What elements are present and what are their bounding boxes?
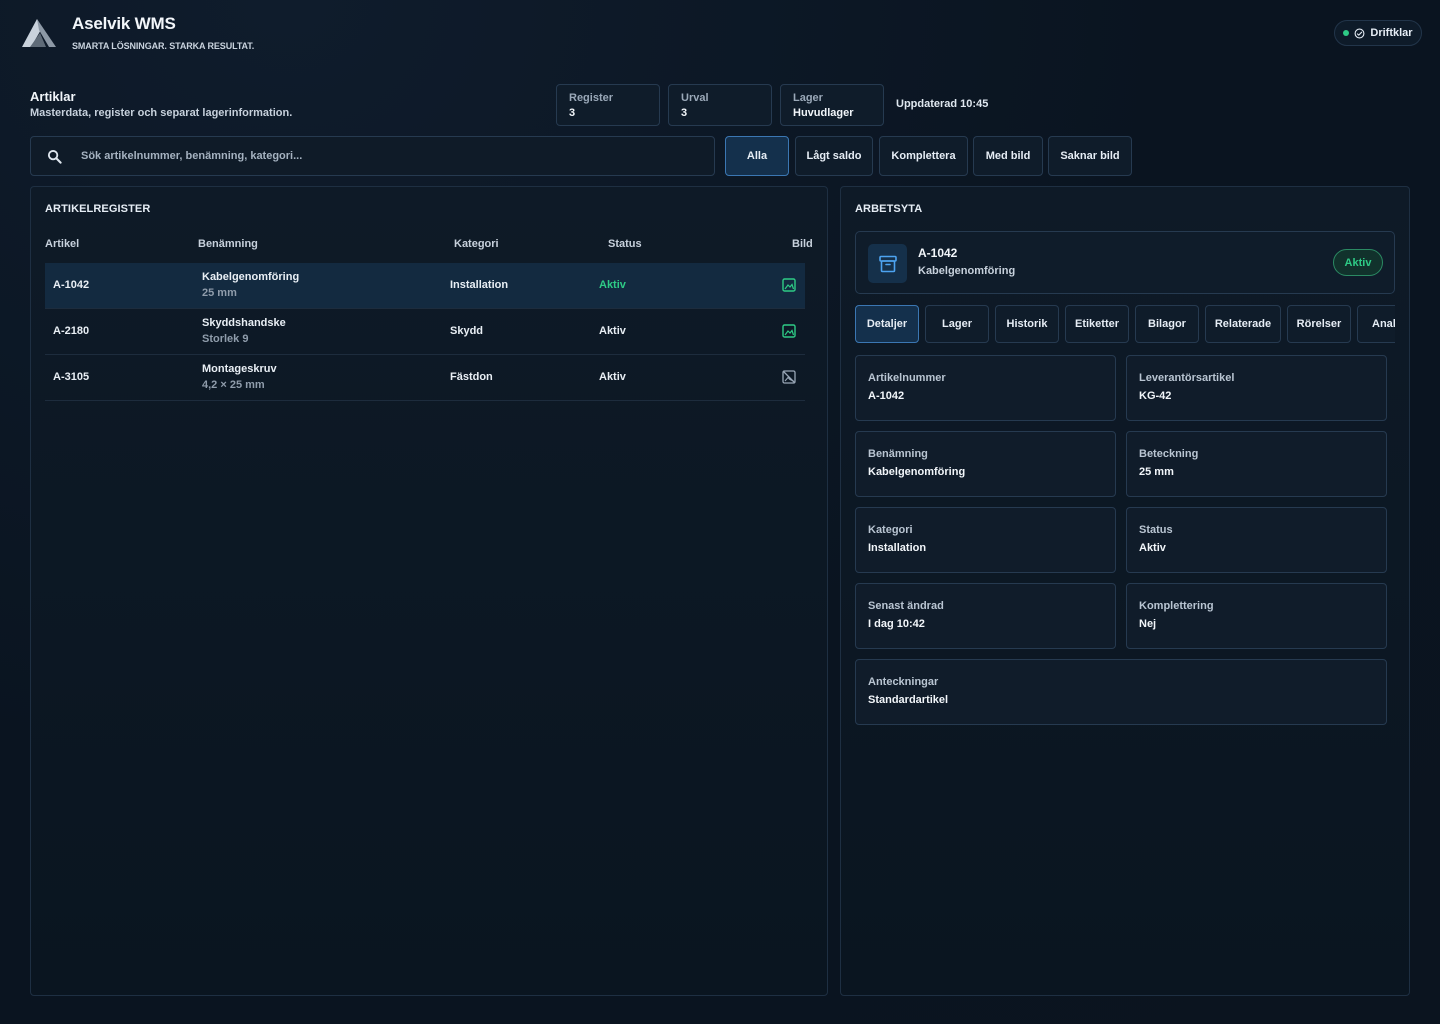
field-artikelnummer: Artikelnummer A-1042 <box>855 355 1116 421</box>
archive-icon <box>878 255 897 272</box>
field-label: Beteckning <box>1139 448 1199 460</box>
field-label: Leverantörsartikel <box>1139 372 1235 384</box>
field-senast-andrad: Senast ändrad I dag 10:42 <box>855 583 1116 649</box>
article-number: A-3105 <box>53 371 90 383</box>
article-status: Aktiv <box>599 279 626 291</box>
field-komplettering: Komplettering Nej <box>1126 583 1387 649</box>
article-name: Skyddshandske <box>202 317 286 329</box>
field-label: Kategori <box>868 524 913 536</box>
page-subtitle: Masterdata, register och separat lagerin… <box>30 107 293 119</box>
article-detail: Storlek 9 <box>202 333 249 345</box>
stat-value: 3 <box>681 107 688 119</box>
stat-value: 3 <box>569 107 576 119</box>
field-benamning: Benämning Kabelgenomföring <box>855 431 1116 497</box>
tab-relaterade[interactable]: Relaterade <box>1205 305 1281 343</box>
workspace-title: ARBETSYTA <box>855 203 923 215</box>
tab-rorelser[interactable]: Rörelser <box>1287 305 1351 343</box>
field-label: Artikelnummer <box>868 372 946 384</box>
stat-register: Register 3 <box>556 84 660 126</box>
column-header-artikel[interactable]: Artikel <box>45 238 79 250</box>
article-status: Aktiv <box>599 371 626 383</box>
field-value: Kabelgenomföring <box>868 466 966 478</box>
article-category: Installation <box>450 279 509 291</box>
article-number: A-2180 <box>53 325 90 337</box>
article-number: A-1042 <box>53 279 90 291</box>
status-label: Driftklar <box>1370 27 1413 39</box>
article-status: Aktiv <box>599 325 626 337</box>
search-icon <box>47 149 62 164</box>
field-leverantorsartikel: Leverantörsartikel KG-42 <box>1126 355 1387 421</box>
stat-value: Huvudlager <box>793 107 854 119</box>
tab-detaljer[interactable]: Detaljer <box>855 305 919 343</box>
field-value: Aktiv <box>1139 542 1166 554</box>
field-beteckning: Beteckning 25 mm <box>1126 431 1387 497</box>
updated-timestamp: Uppdaterad 10:45 <box>896 98 989 110</box>
field-label: Benämning <box>868 448 928 460</box>
column-header-bild[interactable]: Bild <box>792 238 813 250</box>
field-value: A-1042 <box>868 390 905 402</box>
stat-label: Register <box>569 92 614 104</box>
search-input[interactable] <box>81 137 701 175</box>
field-label: Status <box>1139 524 1173 536</box>
stat-urval: Urval 3 <box>668 84 772 126</box>
field-label: Komplettering <box>1139 600 1214 612</box>
tab-historik[interactable]: Historik <box>995 305 1059 343</box>
field-anteckningar: Anteckningar Standardartikel <box>855 659 1387 725</box>
selected-item-card: A-1042 Kabelgenomföring Aktiv <box>855 231 1395 294</box>
brand-name: Aselvik WMS <box>72 14 176 33</box>
filter-med-bild[interactable]: Med bild <box>973 136 1043 176</box>
field-value: KG-42 <box>1139 390 1172 402</box>
filter-saknar-bild[interactable]: Saknar bild <box>1048 136 1132 176</box>
brand-tagline: SMARTA LÖSNINGAR. STARKA RESULTAT. <box>72 41 255 51</box>
tab-lager[interactable]: Lager <box>925 305 989 343</box>
check-circle-icon <box>1354 28 1365 38</box>
article-category: Fästdon <box>450 371 493 383</box>
tab-analys[interactable]: Anal <box>1357 305 1395 343</box>
article-name: Kabelgenomföring <box>202 271 300 283</box>
article-detail: 25 mm <box>202 287 237 299</box>
field-label: Senast ändrad <box>868 600 944 612</box>
image-icon <box>782 278 796 292</box>
article-detail: 4,2 × 25 mm <box>202 379 265 391</box>
item-code: A-1042 <box>918 246 958 260</box>
stat-label: Urval <box>681 92 709 104</box>
workspace-tabs: Detaljer Lager Historik Etiketter Bilago… <box>855 305 1395 343</box>
stat-lager[interactable]: Lager Huvudlager <box>780 84 884 126</box>
status-badge[interactable]: Driftklar <box>1334 20 1422 46</box>
field-label: Anteckningar <box>868 676 939 688</box>
article-category: Skydd <box>450 325 484 337</box>
column-header-status[interactable]: Status <box>608 238 642 250</box>
table-row[interactable]: A-3105 Montageskruv 4,2 × 25 mm Fästdon … <box>45 355 805 401</box>
column-header-benamning[interactable]: Benämning <box>198 238 258 250</box>
filter-komplettera[interactable]: Komplettera <box>879 136 968 176</box>
item-name: Kabelgenomföring <box>918 265 1016 277</box>
field-kategori: Kategori Installation <box>855 507 1116 573</box>
field-value: Installation <box>868 542 927 554</box>
field-value: Standardartikel <box>868 694 949 706</box>
filter-lagt-saldo[interactable]: Lågt saldo <box>795 136 873 176</box>
field-value: 25 mm <box>1139 466 1174 478</box>
article-name: Montageskruv <box>202 363 277 375</box>
brand-logo-icon <box>22 19 56 47</box>
column-header-kategori[interactable]: Kategori <box>454 238 499 250</box>
table-row[interactable]: A-2180 Skyddshandske Storlek 9 Skydd Akt… <box>45 309 805 355</box>
item-status-badge: Aktiv <box>1333 249 1383 276</box>
item-icon-wrapper <box>868 244 907 283</box>
image-icon <box>782 324 796 338</box>
no-image-icon <box>782 370 796 384</box>
register-title: ARTIKELREGISTER <box>45 203 151 215</box>
tab-etiketter[interactable]: Etiketter <box>1065 305 1129 343</box>
field-status: Status Aktiv <box>1126 507 1387 573</box>
filter-alla[interactable]: Alla <box>725 136 789 176</box>
tab-bilagor[interactable]: Bilagor <box>1135 305 1199 343</box>
page-title: Artiklar <box>30 89 76 104</box>
field-value: Nej <box>1139 618 1157 630</box>
status-dot-icon <box>1343 30 1350 36</box>
search-box[interactable] <box>30 136 715 176</box>
stat-label: Lager <box>793 92 823 104</box>
table-row[interactable]: A-1042 Kabelgenomföring 25 mm Installati… <box>45 263 805 309</box>
field-value: I dag 10:42 <box>868 618 925 630</box>
